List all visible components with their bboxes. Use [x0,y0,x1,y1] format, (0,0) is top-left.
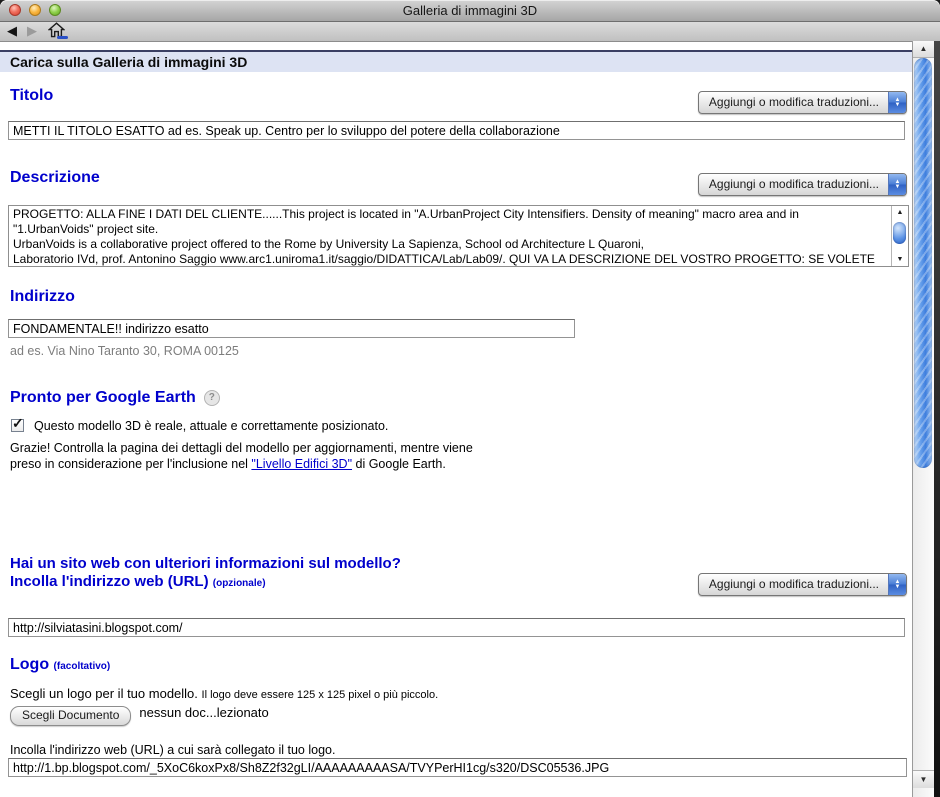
website-heading: Hai un sito web con ulteriori informazio… [10,555,401,593]
page-header-bar: Carica sulla Galleria di immagini 3D [0,50,912,72]
browser-toolbar [0,22,940,42]
website-heading-line2: Incolla l'indirizzo web (URL) [10,573,209,590]
textarea-scrollbar-thumb[interactable] [893,222,906,244]
window-title: Galleria di immagini 3D [0,0,940,21]
window-scrollbar-thumb[interactable] [914,58,932,468]
browser-window: Galleria di immagini 3D ◀ ▶ ▲ ▼ Carica s… [0,0,940,797]
website-url-input[interactable] [8,618,905,637]
textarea-scroll-down-icon[interactable]: ▼ [893,254,907,265]
window-titlebar[interactable]: Galleria di immagini 3D [0,0,940,22]
translations-dropdown-2[interactable]: Aggiungi o modifica traduzioni... ▲▼ [698,173,907,196]
file-status-text: nessun doc...lezionato [139,705,268,720]
descrizione-textarea[interactable]: PROGETTO: ALLA FINE I DATI DEL CLIENTE..… [8,205,909,267]
minimize-button[interactable] [29,4,41,16]
zoom-button[interactable] [49,4,61,16]
google-earth-checkbox-label: Questo modello 3D è reale, attuale e cor… [34,419,388,433]
translations-dropdown-3[interactable]: Aggiungi o modifica traduzioni... ▲▼ [698,573,907,596]
desktop-background-strip [934,41,940,797]
logo-intro-line: Scegli un logo per il tuo modello. Il lo… [10,686,438,701]
logo-file-row: Scegli Documento nessun doc...lezionato [10,705,269,726]
website-heading-line1: Hai un sito web con ulteriori informazio… [10,555,401,572]
titolo-heading: Titolo [10,87,53,104]
logo-size-hint: Il logo deve essere 125 x 125 pixel o pi… [202,689,439,701]
logo-url-label: Incolla l'indirizzo web (URL) a cui sarà… [10,743,335,757]
note-text-after: di Google Earth. [352,457,446,471]
indirizzo-heading: Indirizzo [10,288,75,305]
logo-heading: Logo (facoltativo) [10,656,110,675]
indirizzo-hint: ad es. Via Nino Taranto 30, ROMA 00125 [10,344,239,358]
textarea-scroll-up-icon[interactable]: ▲ [893,207,907,218]
translations-dropdown-label: Aggiungi o modifica traduzioni... [699,574,888,595]
close-button[interactable] [9,4,21,16]
livello-edifici-3d-link[interactable]: "Livello Edifici 3D" [251,457,352,471]
home-active-indicator [57,36,68,39]
back-button[interactable]: ◀ [7,24,17,38]
logo-heading-label: Logo [10,656,49,673]
translations-dropdown-label: Aggiungi o modifica traduzioni... [699,92,888,113]
forward-button[interactable]: ▶ [27,24,37,38]
translations-dropdown-label: Aggiungi o modifica traduzioni... [699,174,888,195]
google-earth-heading-label: Pronto per Google Earth [10,389,196,406]
google-earth-checkbox[interactable]: ✓ [11,419,24,432]
titolo-input[interactable] [8,121,905,140]
logo-intro: Scegli un logo per il tuo modello. [10,686,198,701]
popup-stepper-icon: ▲▼ [888,574,906,595]
google-earth-heading: Pronto per Google Earth? [10,389,220,406]
scroll-down-arrow-icon[interactable]: ▼ [913,770,934,788]
logo-url-input[interactable] [8,758,907,777]
checkmark-icon: ✓ [12,415,24,432]
popup-stepper-icon: ▲▼ [888,174,906,195]
logo-optional-note: (facoltativo) [54,661,111,672]
page-title: Carica sulla Galleria di immagini 3D [0,52,912,72]
scroll-up-arrow-icon[interactable]: ▲ [913,41,934,58]
help-icon[interactable]: ? [204,390,220,406]
popup-stepper-icon: ▲▼ [888,92,906,113]
translations-dropdown-1[interactable]: Aggiungi o modifica traduzioni... ▲▼ [698,91,907,114]
indirizzo-input[interactable] [8,319,575,338]
choose-file-button[interactable]: Scegli Documento [10,706,131,726]
descrizione-heading: Descrizione [10,169,100,186]
home-button[interactable] [48,22,65,43]
website-optional-note: (opzionale) [213,578,266,589]
google-earth-note: Grazie! Controlla la pagina dei dettagli… [10,441,478,472]
